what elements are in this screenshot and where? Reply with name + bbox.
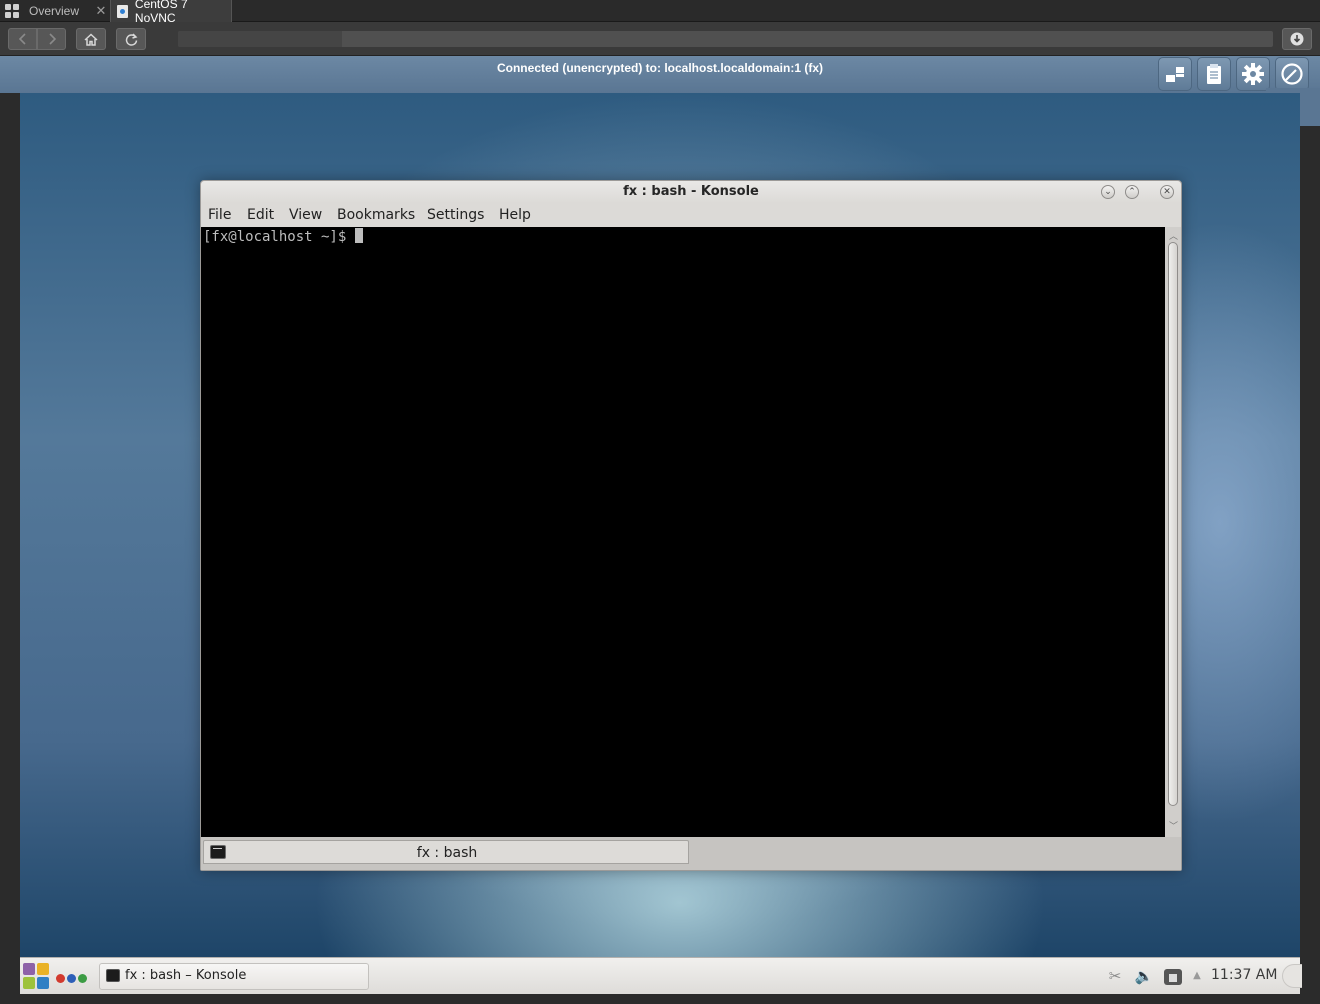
desktop-pager[interactable]	[56, 974, 90, 984]
session-tab[interactable]: fx : bash	[203, 840, 689, 864]
settings-gear-icon	[1242, 63, 1264, 85]
reload-icon	[125, 32, 137, 46]
clipboard-button[interactable]	[1197, 57, 1231, 91]
back-button[interactable]	[8, 28, 37, 50]
scroll-down-icon[interactable]: ﹀	[1169, 819, 1178, 832]
session-tabbar: fx : bash	[201, 837, 1181, 870]
disconnect-icon	[1281, 63, 1303, 85]
minimize-button[interactable]: ⌄	[1101, 185, 1115, 199]
terminal-scrollbar[interactable]: ︿ ﹀	[1165, 227, 1181, 837]
novnc-control-bar: Connected (unencrypted) to: localhost.lo…	[0, 56, 1320, 93]
konsole-window: fx : bash - Konsole ⌄ ⌃ ✕ File Edit View…	[200, 180, 1182, 871]
page-favicon-icon	[117, 4, 128, 18]
maximize-button[interactable]: ⌃	[1125, 185, 1139, 199]
home-button[interactable]	[76, 28, 106, 50]
clipboard-icon	[1207, 64, 1221, 84]
browser-tab-strip: Overview ✕ CentOS 7 NoVNC	[0, 0, 1320, 25]
scroll-up-icon[interactable]: ︿	[1169, 229, 1178, 242]
application-launcher-icon[interactable]	[23, 963, 51, 991]
home-icon	[84, 32, 98, 46]
text-cursor	[354, 228, 363, 243]
volume-icon[interactable]: 🔈	[1132, 967, 1156, 987]
menu-file[interactable]: File	[208, 207, 231, 223]
menu-help[interactable]: Help	[499, 207, 531, 223]
shell-prompt-line: [fx@localhost ~]$	[203, 228, 363, 245]
display-icon	[1166, 67, 1184, 82]
menu-edit[interactable]: Edit	[247, 207, 274, 223]
taskbar-item-konsole[interactable]: fx : bash – Konsole	[99, 963, 369, 990]
menu-view[interactable]: View	[289, 207, 322, 223]
klipper-icon[interactable]: ✂	[1105, 967, 1125, 987]
terminal-area[interactable]: [fx@localhost ~]$	[201, 227, 1165, 837]
menubar: File Edit View Bookmarks Settings Help	[201, 203, 1181, 227]
terminal-icon	[106, 969, 120, 982]
chevron-left-icon	[18, 33, 26, 45]
desktop-2-dot[interactable]	[67, 974, 76, 983]
printer-icon[interactable]	[1162, 967, 1184, 987]
download-icon	[1290, 32, 1304, 46]
session-tab-label: fx : bash	[416, 845, 478, 861]
desktop-1-dot[interactable]	[56, 974, 65, 983]
display-settings-button[interactable]	[1158, 57, 1192, 91]
reload-button[interactable]	[116, 28, 146, 50]
tab-centos-novnc[interactable]: CentOS 7 NoVNC	[110, 0, 232, 25]
browser-toolbar	[0, 22, 1320, 56]
downloads-button[interactable]	[1282, 28, 1312, 50]
shell-prompt: [fx@localhost ~]$	[203, 229, 355, 245]
settings-button[interactable]	[1236, 57, 1270, 91]
taskbar-item-label: fx : bash – Konsole	[125, 968, 247, 983]
desktop-3-dot[interactable]	[78, 974, 87, 983]
tray-expand-icon[interactable]: ▲	[1190, 970, 1204, 990]
taskbar-panel: fx : bash – Konsole ✂ 🔈 ▲ 11:37 AM	[20, 957, 1302, 994]
tab-close-icon[interactable]: ✕	[90, 0, 112, 22]
window-titlebar[interactable]: fx : bash - Konsole ⌄ ⌃ ✕	[201, 181, 1181, 203]
forward-button[interactable]	[37, 28, 66, 50]
page-load-progress	[178, 31, 343, 47]
close-button[interactable]: ✕	[1160, 185, 1174, 199]
menu-bookmarks[interactable]: Bookmarks	[337, 207, 415, 223]
disconnect-button[interactable]	[1275, 57, 1309, 91]
panel-toolbox-icon[interactable]	[1282, 964, 1302, 988]
scrollbar-thumb[interactable]	[1168, 242, 1178, 806]
tab-overview-label: Overview	[29, 4, 80, 18]
address-bar[interactable]	[178, 31, 1273, 47]
window-title: fx : bash - Konsole	[623, 184, 759, 199]
connection-status: Connected (unencrypted) to: localhost.lo…	[496, 61, 824, 75]
chevron-right-icon	[48, 33, 56, 45]
tab-overview[interactable]: Overview	[0, 0, 88, 22]
menu-settings[interactable]: Settings	[427, 207, 484, 223]
overview-grid-icon	[5, 4, 19, 18]
clock[interactable]: 11:37 AM	[1211, 967, 1277, 983]
